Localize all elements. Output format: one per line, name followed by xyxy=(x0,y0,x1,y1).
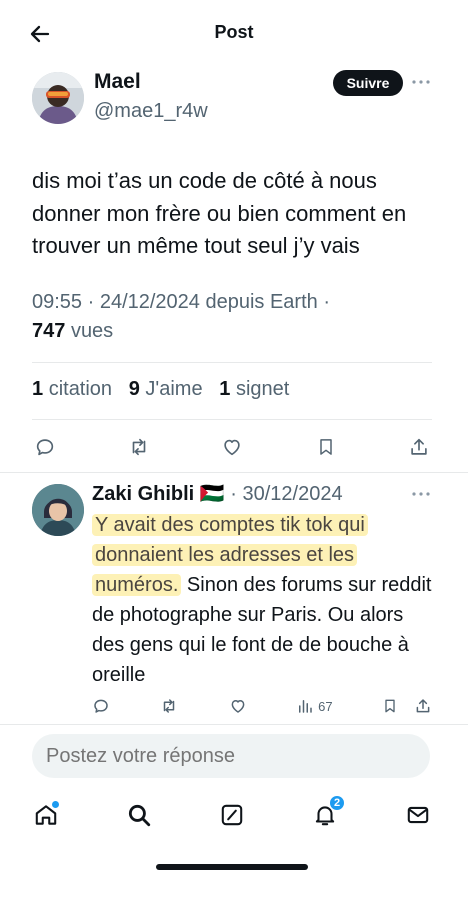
divider xyxy=(0,472,468,473)
views-label: vues xyxy=(70,320,114,342)
views-count: 747 xyxy=(32,320,66,342)
follow-button[interactable]: Suivre xyxy=(333,70,403,96)
share-icon[interactable] xyxy=(414,695,432,717)
reply-icon[interactable] xyxy=(92,695,110,717)
avatar[interactable] xyxy=(32,72,84,124)
notifications-badge: 2 xyxy=(329,795,345,811)
author-handle[interactable]: @mae1_r4w xyxy=(94,100,208,123)
flag-emoji: 🇵🇸 xyxy=(199,483,225,505)
post-views: 747 vues xyxy=(32,320,113,343)
reply-author-name[interactable]: Zaki Ghibli xyxy=(92,483,194,505)
home-unread-dot xyxy=(52,801,59,808)
post-text: dis moi t’as un code de côté à nous donn… xyxy=(32,168,407,258)
post-meta: 09:55 · 24/12/2024 depuis Earth · xyxy=(32,291,330,313)
reply-date: · 30/12/2024 xyxy=(230,483,343,505)
reply-header: Zaki Ghibli 🇵🇸 · 30/12/2024 xyxy=(92,481,343,506)
repost-icon[interactable] xyxy=(126,434,152,460)
home-indicator xyxy=(156,864,308,870)
reply-actions: 67 xyxy=(92,694,432,718)
mail-icon[interactable] xyxy=(402,799,434,831)
author-name[interactable]: Mael xyxy=(94,70,141,94)
search-icon[interactable] xyxy=(123,799,155,831)
heart-icon[interactable] xyxy=(219,434,245,460)
bookmark-icon[interactable] xyxy=(313,434,339,460)
page-title: Post xyxy=(214,22,254,42)
divider xyxy=(32,419,432,420)
grok-icon[interactable] xyxy=(216,799,248,831)
post-stats: 1 citation 9 J'aime 1 signet xyxy=(32,378,289,401)
citation-stat[interactable]: 1 citation xyxy=(32,378,112,400)
more-horizontal-icon[interactable] xyxy=(410,484,434,509)
reply-icon[interactable] xyxy=(32,434,58,460)
share-icon[interactable] xyxy=(406,434,432,460)
home-icon[interactable] xyxy=(30,799,62,831)
more-horizontal-icon[interactable] xyxy=(410,72,434,92)
divider xyxy=(0,724,468,725)
reply-text: Y avait des comptes tik tok qui donnaien… xyxy=(92,510,432,690)
bookmark-icon[interactable] xyxy=(382,695,398,717)
bell-icon[interactable]: 2 xyxy=(309,795,345,831)
likes-stat[interactable]: 9 J'aime xyxy=(129,378,203,400)
repost-icon[interactable] xyxy=(159,695,179,717)
reply-views-count: 67 xyxy=(318,698,333,714)
reply-input[interactable] xyxy=(32,734,430,778)
post-actions xyxy=(32,434,432,464)
bottom-tab-bar: 2 xyxy=(30,795,434,832)
heart-icon[interactable] xyxy=(229,695,247,717)
reply-avatar[interactable] xyxy=(32,484,84,536)
bookmarks-stat[interactable]: 1 signet xyxy=(219,378,289,400)
analytics-icon xyxy=(299,700,312,713)
divider xyxy=(32,362,432,363)
views-analytics-button[interactable]: 67 xyxy=(296,695,333,717)
